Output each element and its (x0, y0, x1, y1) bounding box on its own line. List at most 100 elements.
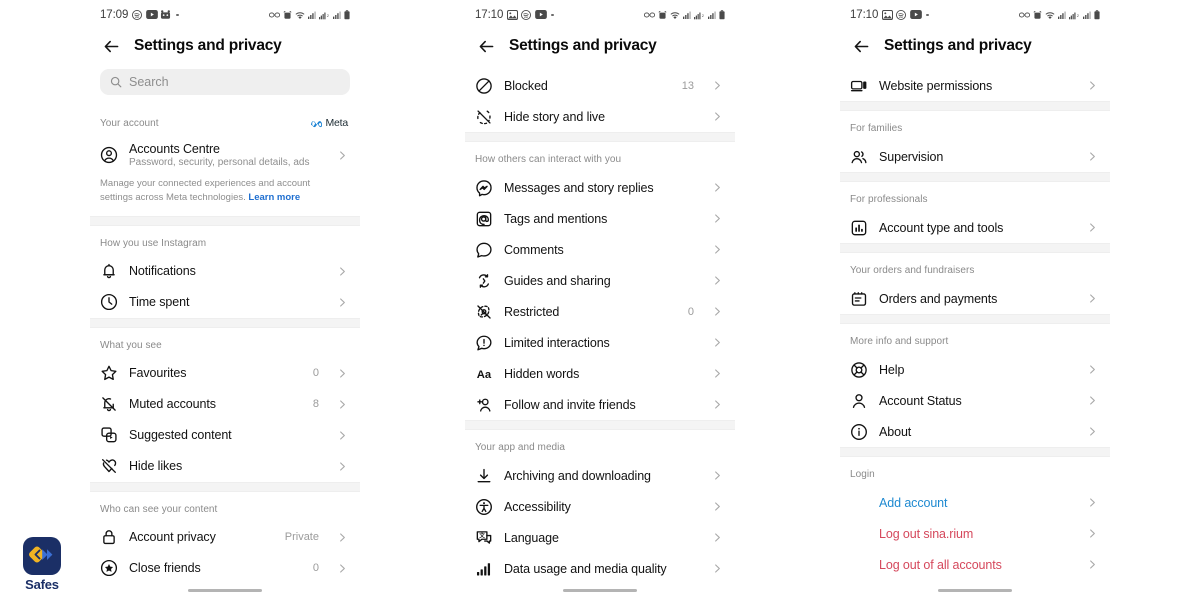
section-divider (465, 420, 735, 430)
section-header: More info and support (840, 324, 1110, 354)
hidden-words-icon: Aa (475, 365, 493, 383)
list-item[interactable]: Follow and invite friends (465, 389, 735, 420)
list-item[interactable]: Muted accounts 8 (90, 389, 360, 420)
share-icon (475, 272, 493, 290)
list-item-label: Log out sina.rium (879, 526, 974, 541)
list-item-label: Tags and mentions (504, 211, 608, 226)
search-input[interactable]: Search (100, 69, 350, 95)
list-item-value: 0 (312, 367, 319, 380)
status-dot (551, 13, 554, 17)
list-item[interactable]: Favourites 0 (90, 358, 360, 389)
list-item[interactable]: Limited interactions (465, 327, 735, 358)
list-item-label: Supervision (879, 149, 944, 164)
home-indicator[interactable] (938, 588, 1012, 592)
list-item[interactable]: Hide story and live (465, 101, 735, 132)
list-item[interactable]: Supervision (840, 141, 1110, 172)
list-item[interactable]: Account privacy Private (90, 522, 360, 553)
list-item[interactable]: Time spent (90, 287, 360, 318)
list-item[interactable]: Comments (465, 234, 735, 265)
limited-icon (475, 334, 493, 352)
list-item[interactable]: Suggested content (90, 420, 360, 451)
list-item-body: Hidden words (504, 367, 701, 381)
list-item[interactable]: Accessibility (465, 491, 735, 522)
status-bar-time: 17:10 (850, 9, 879, 21)
list-item-label: Account Status (879, 393, 962, 408)
search-icon (110, 76, 122, 88)
list-item-body: Orders and payments (879, 292, 1076, 306)
list-item[interactable]: Add account (840, 487, 1110, 518)
signal2-icon (708, 11, 716, 19)
list-item[interactable]: Website permissions (840, 70, 1110, 101)
list-item-label: Accounts Centre (129, 142, 220, 156)
list-item[interactable]: Help (840, 354, 1110, 385)
home-indicator[interactable] (563, 588, 637, 592)
list-item-label: Suggested content (129, 428, 232, 443)
list-item[interactable]: Close friends 0 (90, 553, 360, 584)
list-item[interactable]: Account type and tools (840, 212, 1110, 243)
list-item-body: Blocked (504, 79, 671, 93)
list-item[interactable]: Account Status (840, 385, 1110, 416)
list-item[interactable]: Notifications (90, 256, 360, 287)
app-bar: Settings and privacy (840, 26, 1110, 66)
list-item[interactable]: Aa Hidden words (465, 358, 735, 389)
list-item[interactable]: Restricted 0 (465, 296, 735, 327)
list-item[interactable]: Orders and payments (840, 283, 1110, 314)
list-item-body: Comments (504, 243, 701, 257)
status-bar: 17:10 2 (465, 0, 735, 26)
list-item[interactable]: Log out of all accounts (840, 549, 1110, 580)
spotify-icon (132, 10, 143, 20)
list-item[interactable]: 文 Language (465, 522, 735, 553)
section-header: Your app and media (465, 430, 735, 460)
back-button[interactable] (475, 35, 497, 57)
search-container: Search (90, 66, 360, 105)
restricted-icon (475, 303, 493, 321)
list-item[interactable]: Log out sina.rium (840, 518, 1110, 549)
bell-icon (100, 262, 118, 280)
list-item-label: Orders and payments (879, 291, 998, 306)
chevron-right-icon (1087, 395, 1098, 406)
list-item[interactable]: Hide likes (90, 451, 360, 482)
list-item-label: Favourites (129, 366, 187, 381)
list-item-body: Account Status (879, 394, 1076, 408)
list-item-label: Limited interactions (504, 335, 610, 350)
chevron-right-icon (1087, 80, 1098, 91)
list-item[interactable]: Data usage and media quality (465, 553, 735, 584)
learn-more-link[interactable]: Learn more (248, 192, 300, 203)
back-button[interactable] (100, 35, 122, 57)
list-item-body: Tags and mentions (504, 212, 701, 226)
list-item[interactable]: Messages and story replies (465, 172, 735, 203)
section-divider (90, 215, 360, 226)
chevron-right-icon (712, 182, 723, 193)
home-indicator[interactable] (188, 588, 262, 592)
status-bar-right: 2 (644, 10, 725, 20)
status-bar-right: 2 (269, 10, 350, 20)
status-bar-left: 17:10 (475, 9, 554, 21)
alarm-icon (283, 10, 292, 20)
section-header-label: How you use Instagram (100, 237, 207, 249)
list-item-body: Account privacy (129, 530, 274, 544)
account-circle-icon (100, 146, 118, 164)
section-header: How others can interact with you (465, 142, 735, 172)
status-dot (176, 13, 179, 17)
list-item[interactable]: Blocked 13 (465, 70, 735, 101)
list-item[interactable]: Tags and mentions (465, 203, 735, 234)
list-item[interactable]: Archiving and downloading (465, 460, 735, 491)
list-item-value: 8 (312, 398, 319, 411)
list-item-label: Restricted (504, 304, 560, 319)
list-item[interactable]: Accounts Centre Password, security, perso… (90, 136, 360, 174)
website-permissions-icon (850, 77, 868, 95)
list-item[interactable]: Guides and sharing (465, 265, 735, 296)
glasses-icon (644, 11, 655, 19)
section-divider (90, 317, 360, 328)
list-item-body: Data usage and media quality (504, 562, 701, 576)
app-icon (160, 10, 171, 20)
list-item-body: Log out sina.rium (879, 527, 1076, 541)
back-button[interactable] (850, 35, 872, 57)
battery-icon (1094, 10, 1100, 20)
list-item[interactable]: About (840, 416, 1110, 447)
section-note: Manage your connected experiences and ac… (90, 174, 360, 216)
chevron-right-icon (1087, 364, 1098, 375)
status-dot (926, 13, 929, 17)
status-bar: 17:10 2 (840, 0, 1110, 26)
data-usage-icon (475, 560, 493, 578)
